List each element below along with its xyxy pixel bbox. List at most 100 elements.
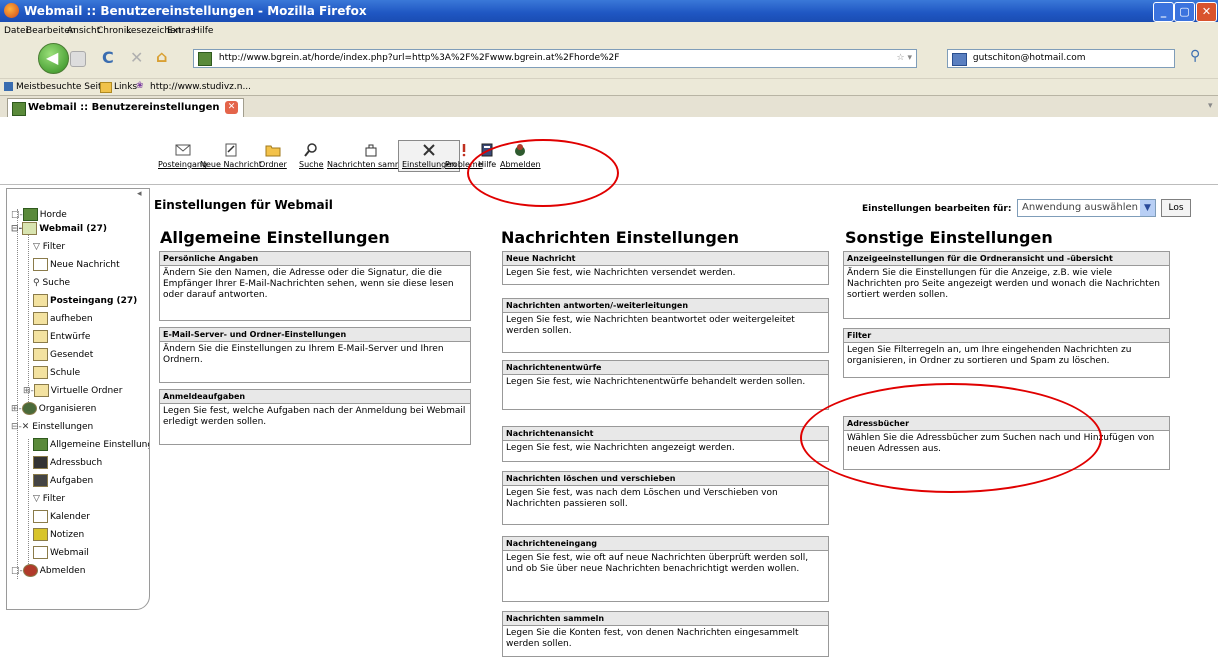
settings-box-nachrichteneingang[interactable]: Nachrichteneingang Legen Sie fest, wie o… bbox=[502, 536, 829, 602]
toolbar-suche[interactable]: Suche bbox=[299, 143, 324, 169]
search-icon bbox=[304, 143, 318, 157]
folder-icon bbox=[33, 384, 49, 397]
heading-sonstige: Sonstige Einstellungen bbox=[845, 228, 1053, 247]
settings-box-filter[interactable]: Filter Legen Sie Filterregeln an, um Ihr… bbox=[843, 328, 1170, 378]
bookmark-meistbesucht[interactable]: Meistbesuchte Seiten bbox=[16, 82, 113, 92]
bookmark-star-icon[interactable]: ☆ ▾ bbox=[897, 50, 912, 67]
inbox-folder-icon bbox=[33, 294, 48, 307]
bookmark-links[interactable]: Links bbox=[114, 82, 137, 92]
problem-icon bbox=[462, 144, 466, 157]
settings-box-nachrichten-sammeln[interactable]: Nachrichten sammeln Legen Sie die Konten… bbox=[502, 611, 829, 657]
tasks-icon bbox=[33, 474, 48, 487]
sidebar-item-aufgaben[interactable]: Aufgaben bbox=[33, 472, 93, 490]
url-text: http://www.bgrein.at/horde/index.php?url… bbox=[218, 53, 620, 63]
chevron-down-icon: ▼ bbox=[1140, 200, 1155, 216]
sidebar-item-webmail[interactable]: ⊟- Webmail (27) bbox=[11, 220, 107, 238]
toolbar-hilfe[interactable]: Hilfe bbox=[478, 143, 496, 169]
webmail-icon bbox=[33, 546, 48, 559]
reload-icon[interactable]: C bbox=[102, 48, 114, 67]
compose-icon bbox=[225, 143, 237, 157]
toolbar-abmelden[interactable]: Abmelden bbox=[500, 143, 541, 169]
sidebar-item-adressbuch[interactable]: Adressbuch bbox=[33, 454, 102, 472]
window-titlebar: Webmail :: Benutzereinstellungen - Mozil… bbox=[0, 0, 1218, 22]
sidebar-item-gesendet[interactable]: Gesendet bbox=[33, 346, 93, 364]
bookmarks-bar: Meistbesuchte Seiten Links ❀ http://www.… bbox=[0, 78, 1218, 96]
filter-icon: ▽ bbox=[33, 494, 40, 504]
back-button[interactable]: ◀ bbox=[38, 43, 69, 74]
sidebar-collapse-icon[interactable]: ◂ bbox=[137, 189, 142, 199]
search-bar[interactable]: gutschiton@hotmail.com bbox=[947, 49, 1175, 68]
toolbar-neue-nachricht[interactable]: Neue Nachricht bbox=[200, 143, 262, 169]
sidebar-item-webmail-settings[interactable]: Webmail bbox=[33, 544, 89, 562]
tab-close-icon[interactable]: ✕ bbox=[225, 101, 238, 114]
sidebar-item-organisieren[interactable]: ⊞- Organisieren bbox=[11, 400, 96, 418]
sidebar-item-allgemeine-einstellungen[interactable]: Allgemeine Einstellungen bbox=[33, 436, 149, 454]
heading-allgemeine: Allgemeine Einstellungen bbox=[160, 228, 390, 247]
compose-icon bbox=[33, 258, 48, 271]
organize-icon bbox=[21, 402, 37, 415]
notes-icon bbox=[33, 528, 48, 541]
sidebar-item-abmelden[interactable]: □- Abmelden bbox=[11, 562, 85, 580]
fetch-mail-icon bbox=[365, 144, 377, 157]
search-go-icon[interactable]: ⚲ bbox=[1190, 48, 1200, 64]
logout-icon bbox=[22, 564, 38, 577]
go-button[interactable]: Los bbox=[1161, 199, 1191, 217]
settings-box-nachrichtenansicht[interactable]: Nachrichtenansicht Legen Sie fest, wie N… bbox=[502, 426, 829, 462]
toolbar-probleme[interactable]: Probleme bbox=[445, 143, 483, 169]
folder-icon bbox=[265, 145, 281, 157]
calendar-icon bbox=[33, 510, 48, 523]
sidebar-item-schule[interactable]: Schule bbox=[33, 364, 80, 382]
sidebar-item-aufheben[interactable]: aufheben bbox=[33, 310, 93, 328]
settings-box-anmeldeaufgaben[interactable]: Anmeldeaufgaben Legen Sie fest, welche A… bbox=[159, 389, 471, 445]
settings-box-anzeigeeinstellungen[interactable]: Anzeigeeinstellungen für die Ordneransic… bbox=[843, 251, 1170, 319]
settings-box-loeschen-verschieben[interactable]: Nachrichten löschen und verschieben Lege… bbox=[502, 471, 829, 525]
folder-icon bbox=[33, 366, 48, 379]
minimize-button[interactable]: _ bbox=[1153, 2, 1174, 22]
tab-webmail[interactable]: Webmail :: Benutzereinstellungen ✕ bbox=[7, 98, 244, 118]
search-icon: ⚲ bbox=[33, 278, 40, 288]
menu-hilfe[interactable]: Hilfe bbox=[193, 26, 213, 36]
sidebar-item-einstellungen[interactable]: ⊟-✕ Einstellungen bbox=[11, 418, 93, 436]
sidebar-item-kalender[interactable]: Kalender bbox=[33, 508, 90, 526]
home-icon[interactable]: ⌂ bbox=[156, 47, 167, 66]
settings-page-icon bbox=[33, 438, 48, 451]
search-engine-value: gutschiton@hotmail.com bbox=[972, 53, 1086, 63]
sidebar-item-filter-2[interactable]: ▽ Filter bbox=[33, 490, 65, 508]
sidebar-item-neue-nachricht[interactable]: Neue Nachricht bbox=[33, 256, 120, 274]
menu-extras[interactable]: Extras bbox=[167, 26, 195, 36]
tab-label: Webmail :: Benutzereinstellungen bbox=[28, 102, 220, 113]
menu-ansicht[interactable]: Ansicht bbox=[67, 26, 100, 36]
forward-button[interactable] bbox=[70, 51, 86, 67]
sidebar-item-virtuelle-ordner[interactable]: ⊞- Virtuelle Ordner bbox=[23, 382, 122, 400]
settings-box-adressbuecher[interactable]: Adressbücher Wählen Sie die Adressbücher… bbox=[843, 416, 1170, 470]
sidebar-item-filter[interactable]: ▽ Filter bbox=[33, 238, 65, 256]
sidebar-item-notizen[interactable]: Notizen bbox=[33, 526, 84, 544]
edit-for-label: Einstellungen bearbeiten für: bbox=[862, 204, 1012, 214]
search-engine-icon[interactable] bbox=[952, 53, 967, 66]
tab-bar: Webmail :: Benutzereinstellungen ✕ ▾ bbox=[0, 95, 1218, 119]
app-toolbar: Posteingang Neue Nachricht Ordner Suche … bbox=[0, 117, 1218, 185]
tools-icon bbox=[423, 144, 435, 156]
drafts-folder-icon bbox=[33, 330, 48, 343]
sidebar-item-entwuerfe[interactable]: Entwürfe bbox=[33, 328, 90, 346]
close-window-button[interactable]: ✕ bbox=[1196, 2, 1217, 22]
site-favicon bbox=[198, 52, 212, 66]
url-bar[interactable]: http://www.bgrein.at/horde/index.php?url… bbox=[193, 49, 917, 68]
toolbar-ordner[interactable]: Ordner bbox=[259, 143, 287, 169]
tab-list-icon[interactable]: ▾ bbox=[1208, 101, 1213, 111]
maximize-button[interactable]: ▢ bbox=[1174, 2, 1195, 22]
settings-box-antworten-weiterleitungen[interactable]: Nachrichten antworten/-weiterleitungen L… bbox=[502, 298, 829, 353]
sent-folder-icon bbox=[33, 348, 48, 361]
settings-box-nachrichtenentwuerfe[interactable]: Nachrichtenentwürfe Legen Sie fest, wie … bbox=[502, 360, 829, 410]
folder-icon bbox=[33, 312, 48, 325]
menu-datei[interactable]: Datei bbox=[4, 26, 28, 36]
settings-box-neue-nachricht[interactable]: Neue Nachricht Legen Sie fest, wie Nachr… bbox=[502, 251, 829, 285]
settings-box-server-ordner[interactable]: E-Mail-Server- und Ordner-Einstellungen … bbox=[159, 327, 471, 383]
application-select[interactable]: Anwendung auswählen ▼ bbox=[1017, 199, 1156, 217]
settings-box-persoenliche-angaben[interactable]: Persönliche Angaben Ändern Sie den Namen… bbox=[159, 251, 471, 321]
sidebar-item-posteingang[interactable]: Posteingang (27) bbox=[33, 292, 137, 310]
stop-icon[interactable]: ✕ bbox=[130, 48, 143, 67]
bookmark-page-icon bbox=[4, 82, 13, 91]
sidebar-item-suche[interactable]: ⚲ Suche bbox=[33, 274, 70, 292]
bookmark-studivz[interactable]: http://www.studivz.n... bbox=[150, 82, 251, 92]
